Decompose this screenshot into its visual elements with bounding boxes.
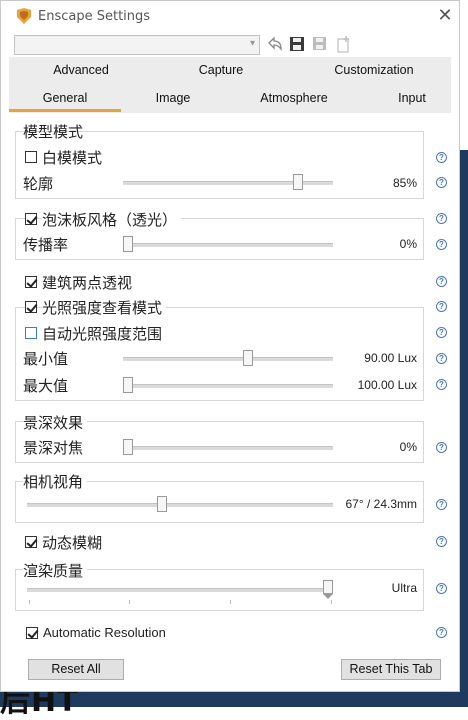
title-bar: Enscape Settings ✕ <box>1 1 459 33</box>
enscape-logo-icon <box>17 8 31 24</box>
motion-blur-label: 动态模糊 <box>42 534 103 552</box>
outline-value: 85% <box>392 176 417 190</box>
render-quality-title: 渲染质量 <box>23 560 88 581</box>
reset-all-button[interactable]: Reset All <box>28 659 124 680</box>
auto-resolution-label: Automatic Resolution <box>43 625 166 640</box>
close-icon[interactable]: ✕ <box>435 5 455 26</box>
auto-range-checkbox[interactable] <box>25 327 37 339</box>
spread-slider-track[interactable] <box>123 243 333 247</box>
min-slider-thumb[interactable] <box>243 350 253 366</box>
two-point-checkbox[interactable] <box>25 276 37 288</box>
quality-tick <box>230 600 231 604</box>
camera-fov-title: 相机视角 <box>23 471 88 492</box>
max-value: 100.00 Lux <box>357 378 417 392</box>
quality-tick <box>29 600 30 604</box>
outline-label: 轮廓 <box>23 175 54 193</box>
new-preset-icon[interactable] <box>334 35 352 53</box>
dof-title: 景深效果 <box>23 412 88 433</box>
help-icon[interactable]: ? <box>436 301 447 312</box>
tab-advanced[interactable]: Advanced <box>31 63 131 77</box>
dof-focus-value: 0% <box>399 440 417 454</box>
preset-dropdown[interactable]: ▾ <box>14 35 260 55</box>
tab-capture[interactable]: Capture <box>171 63 271 77</box>
min-slider-track[interactable] <box>123 357 333 361</box>
camera-fov-slider-track[interactable] <box>27 503 333 507</box>
revert-icon[interactable] <box>266 35 284 53</box>
tab-atmosphere[interactable]: Atmosphere <box>244 91 344 105</box>
reset-this-tab-button[interactable]: Reset This Tab <box>341 659 441 680</box>
help-icon[interactable]: ? <box>436 627 447 638</box>
save-icon[interactable] <box>288 35 306 53</box>
illuminance-label: 光照强度查看模式 <box>42 297 167 318</box>
help-icon[interactable]: ? <box>436 276 447 287</box>
quality-slider-thumb[interactable] <box>323 580 333 599</box>
model-mode-title: 模型模式 <box>23 123 84 141</box>
help-icon[interactable]: ? <box>436 379 447 390</box>
help-icon[interactable]: ? <box>436 536 447 547</box>
auto-range-label: 自动光照强度范围 <box>42 325 163 343</box>
quality-tick <box>129 600 130 604</box>
min-label: 最小值 <box>23 350 69 368</box>
tab-customization[interactable]: Customization <box>319 63 429 77</box>
render-quality-value: Ultra <box>391 581 417 595</box>
tab-input[interactable]: Input <box>371 91 453 105</box>
help-icon[interactable]: ? <box>436 239 447 250</box>
min-value: 90.00 Lux <box>364 351 417 365</box>
auto-resolution-checkbox[interactable] <box>26 627 38 639</box>
dof-slider-track[interactable] <box>123 446 333 450</box>
active-tab-indicator <box>9 109 121 112</box>
tab-general[interactable]: General <box>15 91 115 105</box>
dof-focus-label: 景深对焦 <box>23 439 84 457</box>
help-icon[interactable]: ? <box>436 152 447 163</box>
illuminance-checkbox[interactable] <box>25 301 37 313</box>
help-icon[interactable]: ? <box>436 442 447 453</box>
tab-image[interactable]: Image <box>123 91 223 105</box>
two-point-label: 建筑两点透视 <box>42 274 133 292</box>
spread-label: 传播率 <box>23 236 69 254</box>
quality-tick <box>331 600 332 604</box>
help-icon[interactable]: ? <box>436 177 447 188</box>
max-slider-track[interactable] <box>123 384 333 388</box>
max-label: 最大值 <box>23 377 69 395</box>
spread-value: 0% <box>399 237 417 251</box>
camera-fov-value: 67° / 24.3mm <box>345 497 418 511</box>
help-icon[interactable]: ? <box>436 327 447 338</box>
chevron-down-icon: ▾ <box>249 38 255 49</box>
save-as-icon[interactable] <box>311 35 329 53</box>
white-model-label: 白模模式 <box>42 149 103 167</box>
max-slider-thumb[interactable] <box>123 377 133 393</box>
help-icon[interactable]: ? <box>436 353 447 364</box>
help-icon[interactable]: ? <box>436 583 447 594</box>
motion-blur-checkbox[interactable] <box>25 536 37 548</box>
settings-window: Enscape Settings ✕ ▾ Advanced Capture Cu… <box>0 0 460 692</box>
quality-slider-track[interactable] <box>27 588 333 592</box>
outline-slider-thumb[interactable] <box>293 174 303 190</box>
window-title: Enscape Settings <box>38 9 151 24</box>
spread-slider-thumb[interactable] <box>123 236 133 252</box>
foam-checkbox[interactable] <box>25 213 37 225</box>
camera-fov-slider-thumb[interactable] <box>157 496 168 512</box>
dof-slider-thumb[interactable] <box>123 439 133 455</box>
white-model-checkbox[interactable] <box>25 151 37 163</box>
help-icon[interactable]: ? <box>436 213 447 224</box>
help-icon[interactable]: ? <box>436 499 447 510</box>
foam-label: 泡沫板风格（透光） <box>42 209 182 230</box>
